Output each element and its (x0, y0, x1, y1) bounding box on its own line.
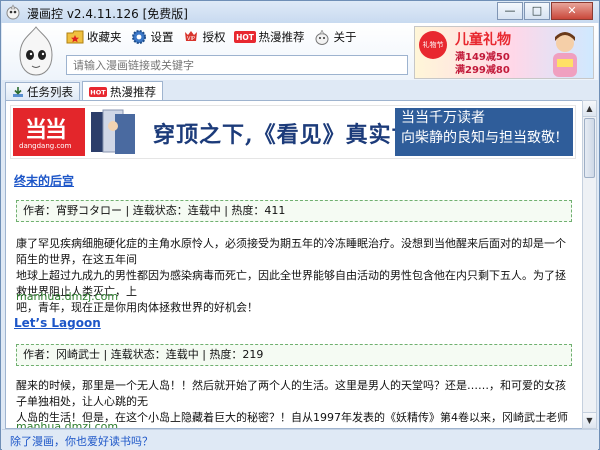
comic-meta: 作者：冈崎武士 | 连载状态：连载中 | 热度：219 (16, 344, 572, 366)
license-button[interactable]: VIP 授权 (182, 27, 226, 47)
comic-description-line: 康了罕见疾病细胞硬化症的主角水原怜人，必须接受为期五年的冷冻睡眠治疗。没想到当他… (16, 237, 566, 266)
window-title: 漫画控 v2.4.11.126 [免费版] (27, 7, 188, 21)
svg-text:HOT: HOT (90, 88, 106, 96)
favorites-label: 收藏夹 (87, 30, 122, 44)
dangdang-logo: 当当 dangdang.com (13, 108, 85, 156)
download-icon (13, 87, 23, 97)
scroll-down-arrow-icon[interactable]: ▼ (583, 412, 596, 428)
mascot-logo-icon (19, 26, 53, 76)
ad-badge: 礼物节 (419, 31, 447, 59)
dangdang-ad-banner[interactable]: 当当 dangdang.com 穿顶之下,《看见》真实世界 当当千万读者 向柴静… (10, 105, 576, 159)
dangdang-domain: dangdang.com (19, 142, 72, 150)
dangdang-logo-text: 当当 (25, 118, 67, 143)
maximize-button[interactable]: □ (524, 2, 550, 20)
about-label: 关于 (333, 30, 357, 44)
vip-icon: VIP (184, 31, 197, 42)
scroll-thumb[interactable] (584, 118, 595, 178)
hot-recommend-button[interactable]: HOT 热漫推荐 (233, 27, 305, 47)
license-label: 授权 (202, 30, 226, 44)
settings-button[interactable]: 设置 (130, 27, 174, 47)
scroll-up-arrow-icon[interactable]: ▲ (583, 101, 596, 117)
tab-hot-recommend[interactable]: HOT 热漫推荐 (82, 81, 163, 101)
svg-text:HOT: HOT (236, 33, 255, 42)
svg-text:VIP: VIP (187, 36, 195, 42)
close-button[interactable]: ✕ (551, 2, 593, 20)
comic-item: Let’s Lagoon 作者：冈崎武士 | 连载状态：连载中 | 热度：219… (14, 316, 574, 428)
status-bar: 除了漫画，你也爱好读书吗？ (2, 429, 598, 450)
settings-label: 设置 (150, 30, 174, 44)
banner-right-box: 当当千万读者 向柴静的良知与担当致敬! (395, 108, 573, 156)
hot-badge-icon: HOT (89, 86, 107, 97)
favorites-folder-icon (66, 30, 84, 44)
tab-task-list-label: 任务列表 (27, 85, 73, 99)
recommend-content: 当当 dangdang.com 穿顶之下,《看见》真实世界 当当千万读者 向柴静… (5, 100, 583, 429)
comic-meta: 作者：宵野コタロー | 连载状态：连载中 | 热度：411 (16, 200, 572, 222)
comic-description-line: 醒来的时候，那里是一个无人岛！！然后就开始了两个人的生活。这里是男人的天堂吗？还… (16, 379, 566, 408)
status-promo-link[interactable]: 除了漫画，你也爱好读书吗？ (10, 433, 153, 449)
ad-offer-2: 满299减80 (455, 65, 510, 76)
vertical-scrollbar[interactable]: ▲ ▼ (582, 100, 597, 429)
book-covers-image (91, 109, 135, 154)
banner-right-line2: 向柴静的良知与担当致敬! (401, 130, 561, 146)
ad-kid-image (553, 32, 577, 77)
title-bar[interactable]: 漫画控 v2.4.11.126 [免费版] — □ ✕ (1, 1, 599, 23)
comic-title-link[interactable]: 终末的后宫 (14, 172, 574, 189)
about-button[interactable]: 关于 (313, 27, 357, 47)
comic-source-link[interactable]: manhua.dmzj.com (16, 290, 118, 303)
window-controls: — □ ✕ (497, 2, 593, 20)
minimize-button[interactable]: — (497, 2, 523, 20)
comic-item: 终末的后宫 作者：宵野コタロー | 连载状态：连载中 | 热度：411 康了罕见… (14, 172, 574, 314)
search-input[interactable] (66, 55, 408, 75)
tab-task-list[interactable]: 任务列表 (5, 82, 80, 101)
comic-source-link[interactable]: manhua.dmzj.com (16, 420, 118, 428)
header-ad-banner[interactable]: 礼物节 儿童礼物 满149减50 满299减80 (414, 26, 594, 79)
tab-hot-recommend-label: 热漫推荐 (110, 84, 156, 99)
comic-title-link[interactable]: Let’s Lagoon (14, 316, 574, 330)
tab-bar: 任务列表 HOT 热漫推荐 (5, 81, 163, 101)
hot-recommend-label: 热漫推荐 (258, 30, 305, 44)
toolbar: 收藏夹 设置 VIP 授权 HOT 热漫推荐 关于 (66, 27, 357, 47)
header: 收藏夹 设置 VIP 授权 HOT 热漫推荐 关于 礼物节 儿童礼物 满 (2, 23, 598, 80)
app-logo-icon (6, 4, 20, 20)
banner-right-line1: 当当千万读者 (401, 110, 485, 126)
ad-headline: 儿童礼物 (455, 32, 511, 48)
about-icon (315, 29, 328, 45)
comic-description: 康了罕见疾病细胞硬化症的主角水原怜人，必须接受为期五年的冷冻睡眠治疗。没想到当他… (16, 236, 572, 316)
app-window: 漫画控 v2.4.11.126 [免费版] — □ ✕ 收藏夹 设置 VIP 授… (0, 0, 600, 450)
gear-icon (131, 30, 146, 44)
hot-badge-icon: HOT (233, 31, 256, 43)
favorites-button[interactable]: 收藏夹 (66, 27, 122, 47)
